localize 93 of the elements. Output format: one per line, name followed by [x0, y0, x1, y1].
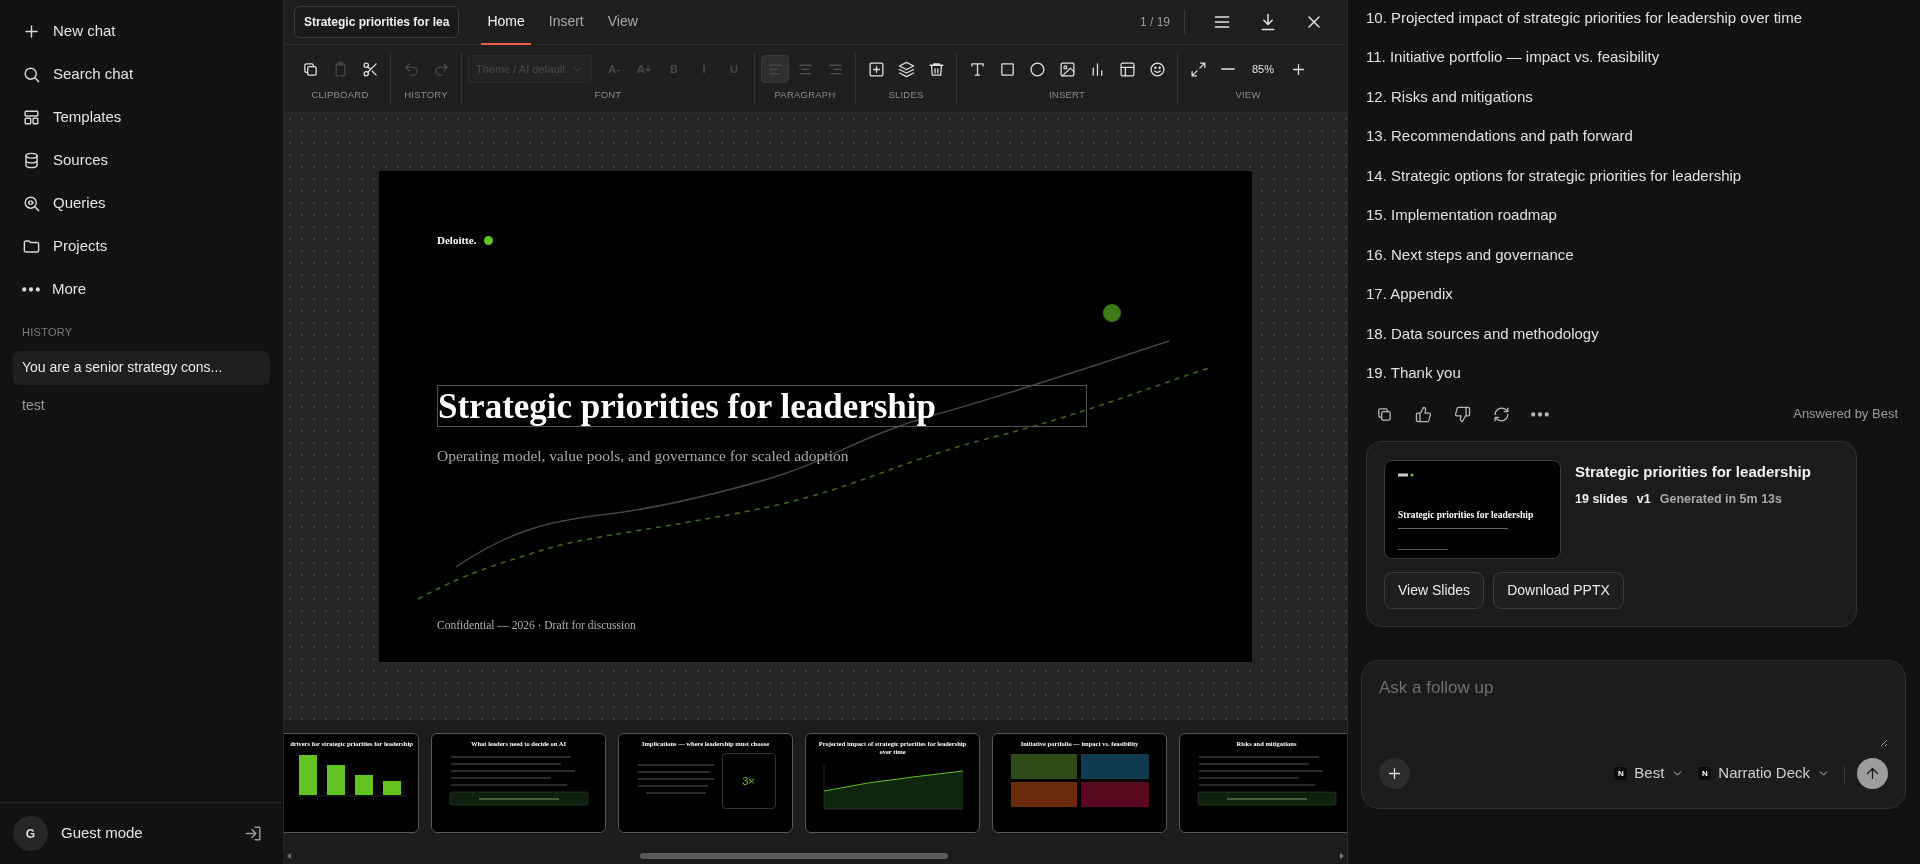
arrow-up-icon: [1864, 765, 1881, 782]
more-icon: [22, 287, 40, 292]
search-icon: [22, 65, 41, 84]
deck-title: Strategic priorities for leadership: [1575, 462, 1811, 482]
redo-icon: [432, 60, 450, 78]
zoom-level: 85%: [1251, 62, 1275, 78]
deck-action-button[interactable]: View Slides: [1384, 572, 1485, 609]
scissors-icon: [361, 60, 379, 78]
nav-item[interactable]: Sources: [12, 143, 271, 178]
nav-item[interactable]: Templates: [12, 100, 271, 135]
history-item[interactable]: test: [13, 388, 270, 423]
page-counter: 1 / 19: [1139, 14, 1170, 31]
smiley-icon: [1148, 60, 1166, 78]
tab[interactable]: Home: [481, 0, 531, 45]
callout-figure: 3×: [742, 773, 755, 789]
group-label: SLIDES: [888, 88, 924, 103]
tab[interactable]: Insert: [542, 0, 590, 45]
history-item[interactable]: You are a senior strategy cons...: [13, 350, 270, 385]
footer-lines-drawing: [1398, 548, 1448, 552]
outline-item: 11. Initiative portfolio — impact vs. feasibility: [1366, 47, 1660, 67]
layout-icon: [22, 108, 41, 127]
magnifier-code-icon: [22, 194, 41, 213]
slide-title[interactable]: Strategic priorities for leadership: [437, 385, 1087, 427]
scroll-left-icon[interactable]: [286, 853, 292, 859]
copy-icon: [301, 60, 319, 78]
scroll-right-icon[interactable]: [1339, 853, 1345, 859]
thumbs-up-icon: [1414, 405, 1432, 423]
nav-item[interactable]: New chat: [12, 14, 271, 49]
avatar: G: [13, 816, 48, 851]
text-icon: [968, 60, 986, 78]
outline-item: 16. Next steps and governance: [1366, 244, 1574, 265]
table-icon: [1118, 60, 1136, 78]
deck-action-button[interactable]: Download PPTX: [1493, 572, 1624, 609]
slide-subtitle: Operating model, value pools, and governance for scaled adoption: [437, 446, 849, 466]
circle-icon: [1028, 60, 1046, 78]
more-icon: [1531, 411, 1549, 417]
outline-item: 12. Risks and mitigations: [1366, 86, 1533, 107]
plus-icon: [1386, 765, 1403, 782]
generation-time: Generated in 5m 13s: [1659, 490, 1782, 508]
logout-icon: [243, 824, 263, 843]
database-icon: [22, 151, 41, 170]
group-label: VIEW: [1235, 88, 1261, 103]
thumbs-down-icon: [1453, 405, 1471, 423]
nav-item[interactable]: Queries: [12, 186, 271, 221]
slide-count: 19 slides: [1575, 490, 1628, 508]
square-icon: [998, 60, 1016, 78]
refresh-icon: [1492, 405, 1510, 423]
history-heading: HISTORY: [22, 325, 74, 340]
minus-icon: [1221, 68, 1235, 71]
nav-item[interactable]: More: [12, 272, 271, 307]
outline-item: 10. Projected impact of strategic priorities for leadership over time: [1366, 7, 1803, 28]
model-selector[interactable]: N Narratio Deck: [1698, 762, 1830, 785]
outline-item: 17. Appendix: [1366, 284, 1453, 304]
download-icon: [1258, 12, 1278, 32]
deck-thumbnail-title: Strategic priorities for leadership: [1398, 509, 1535, 522]
layers-icon: [897, 60, 915, 78]
nav-item[interactable]: Projects: [12, 229, 271, 264]
undo-icon: [402, 60, 420, 78]
send-button[interactable]: [1857, 758, 1888, 789]
attach-button[interactable]: [1379, 758, 1410, 789]
model-selector[interactable]: N Best: [1614, 762, 1685, 785]
title-field[interactable]: Strategic priorities for lea: [294, 6, 460, 38]
group-label: HISTORY: [404, 88, 448, 103]
deck-thumbnail[interactable]: Strategic priorities for leadership: [1384, 460, 1561, 559]
image-icon: [1058, 60, 1076, 78]
group-label: CLIPBOARD: [311, 88, 369, 103]
outline-item: 18. Data sources and methodology: [1366, 323, 1599, 344]
n-logo: N: [1614, 767, 1628, 780]
group-label: FONT: [594, 88, 622, 103]
outline-item: 15. Implementation roadmap: [1366, 205, 1557, 225]
scrollbar-thumb[interactable]: [640, 853, 948, 859]
outline-item: 19. Thank you: [1366, 363, 1461, 383]
user-name: Guest mode: [61, 823, 143, 844]
nav-item[interactable]: Search chat: [12, 57, 271, 92]
trash-icon: [927, 60, 945, 78]
group-label: INSERT: [1048, 88, 1086, 103]
tab[interactable]: View: [601, 0, 644, 45]
follow-up-field[interactable]: Ask a follow up: [1379, 675, 1888, 747]
slide-logo: Deloitte.: [437, 233, 477, 248]
answered-by: Answered by Best: [1793, 405, 1898, 424]
add-square-icon: [867, 60, 885, 78]
logo-mark-drawing: [1398, 473, 1414, 477]
outline-item: 14. Strategic options for strategic priorities for leadership: [1366, 165, 1742, 186]
outline-item: 13. Recommendations and path forward: [1366, 126, 1633, 146]
folder-icon: [22, 237, 41, 256]
version-label: v1: [1636, 490, 1651, 508]
composer-field[interactable]: Ask a follow up N Best N Narratio Deck: [1361, 660, 1906, 809]
plus-icon: [22, 22, 41, 41]
n-logo: N: [1698, 767, 1712, 780]
slide-footer: Confidential — 2026 · Draft for discussion: [437, 617, 636, 635]
group-label: PARAGRAPH: [774, 88, 836, 103]
expand-icon: [1189, 60, 1207, 78]
copy-icon: [1375, 405, 1393, 423]
